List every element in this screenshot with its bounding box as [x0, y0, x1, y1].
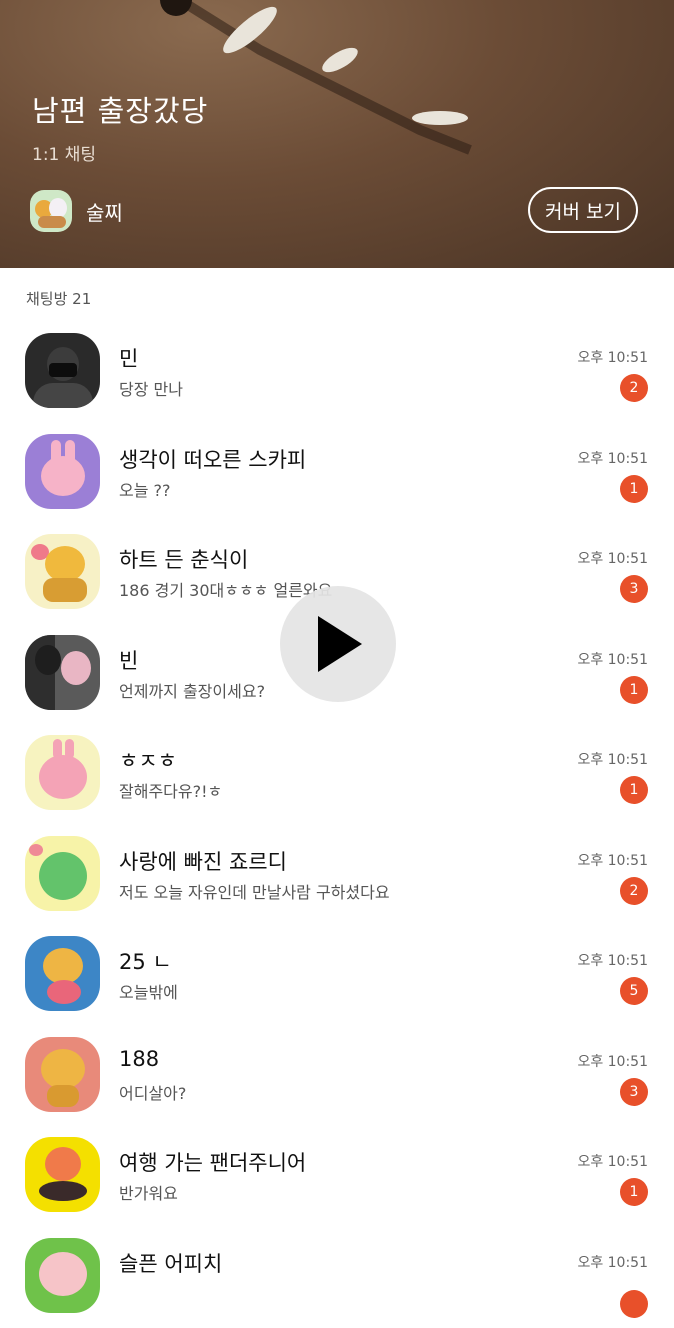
unread-badge: 5 [620, 977, 648, 1005]
timestamp: 오후 10:51 [577, 649, 648, 669]
photo-avatar-icon[interactable] [25, 635, 100, 710]
chat-name: 25 ㄴ [119, 946, 172, 976]
last-message: 어디살아? [119, 1080, 186, 1104]
unread-badge: 2 [620, 374, 648, 402]
chat-row[interactable]: 슬픈 어피치 오후 10:51 [0, 1228, 674, 1328]
timestamp: 오후 10:51 [577, 548, 648, 568]
apeach-icon[interactable] [25, 1238, 100, 1313]
unread-badge [620, 1290, 648, 1318]
owner[interactable]: 술찌 [30, 190, 123, 232]
photo-avatar-icon[interactable] [25, 333, 100, 408]
chat-row[interactable]: 25 ㄴ 오늘밖에 오후 10:51 5 [0, 926, 674, 1027]
timestamp: 오후 10:51 [577, 448, 648, 468]
play-button[interactable] [280, 586, 396, 702]
section-title: 채팅방 21 [26, 288, 91, 309]
chat-row[interactable]: ㅎㅈㅎ 잘해주다유?!ㅎ 오후 10:51 1 [0, 725, 674, 826]
chat-name: 하트 든 춘식이 [119, 544, 248, 574]
play-icon [310, 614, 366, 674]
last-message: 오늘밖에 [119, 979, 178, 1003]
green-dino-icon[interactable] [25, 836, 100, 911]
last-message: 186 경기 30대ㅎㅎㅎ 얼른와요 [119, 577, 332, 601]
chat-name: 빈 [119, 645, 138, 675]
unread-badge: 3 [620, 575, 648, 603]
unread-badge: 2 [620, 877, 648, 905]
view-cover-button[interactable]: 커버 보기 [528, 187, 638, 233]
ryan-heart-icon[interactable] [25, 936, 100, 1011]
yellow-cat-heart-icon[interactable] [25, 534, 100, 609]
chat-row[interactable]: 사랑에 빠진 죠르디 저도 오늘 자유인데 만날사람 구하셨다요 오후 10:5… [0, 826, 674, 927]
chat-name: 슬픈 어피치 [119, 1248, 222, 1278]
last-message: 당장 만나 [119, 376, 183, 400]
last-message: 언제까지 출장이세요? [119, 678, 265, 702]
pink-rabbit-icon[interactable] [25, 735, 100, 810]
timestamp: 오후 10:51 [577, 850, 648, 870]
chat-name: ㅎㅈㅎ [119, 745, 177, 775]
unread-badge: 1 [620, 1178, 648, 1206]
timestamp: 오후 10:51 [577, 1051, 648, 1071]
timestamp: 오후 10:51 [577, 347, 648, 367]
last-message: 오늘 ?? [119, 477, 171, 501]
cover-header: 남편 출장갔당 1:1 채팅 술찌 커버 보기 [0, 0, 674, 268]
owner-avatar-icon[interactable] [30, 190, 72, 232]
chat-name: 생각이 떠오른 스카피 [119, 444, 306, 474]
chat-name: 사랑에 빠진 죠르디 [119, 846, 287, 876]
timestamp: 오후 10:51 [577, 1252, 648, 1272]
ryan-crying-icon[interactable] [25, 1037, 100, 1112]
chat-name: 여행 가는 팬더주니어 [119, 1147, 306, 1177]
chat-list: 민 당장 만나 오후 10:51 2 생각이 떠오른 스카피 오늘 ?? 오후 … [0, 323, 674, 1328]
panda-junior-icon[interactable] [25, 1137, 100, 1212]
chat-row[interactable]: 여행 가는 팬더주니어 반가워요 오후 10:51 1 [0, 1127, 674, 1228]
unread-badge: 3 [620, 1078, 648, 1106]
unread-badge: 1 [620, 475, 648, 503]
unread-badge: 1 [620, 676, 648, 704]
timestamp: 오후 10:51 [577, 1151, 648, 1171]
chat-name: 민 [119, 343, 138, 373]
last-message: 잘해주다유?!ㅎ [119, 778, 222, 802]
unread-badge: 1 [620, 776, 648, 804]
chat-row[interactable]: 민 당장 만나 오후 10:51 2 [0, 323, 674, 424]
pink-rabbit-icon[interactable] [25, 434, 100, 509]
chat-type: 1:1 채팅 [32, 140, 96, 165]
owner-name: 술찌 [86, 197, 123, 226]
timestamp: 오후 10:51 [577, 749, 648, 769]
chat-title: 남편 출장갔당 [32, 88, 208, 130]
chat-name: 188 [119, 1047, 159, 1071]
timestamp: 오후 10:51 [577, 950, 648, 970]
last-message: 반가워요 [119, 1180, 178, 1204]
chat-row[interactable]: 188 어디살아? 오후 10:51 3 [0, 1027, 674, 1128]
last-message: 저도 오늘 자유인데 만날사람 구하셨다요 [119, 879, 390, 903]
chat-row[interactable]: 생각이 떠오른 스카피 오늘 ?? 오후 10:51 1 [0, 424, 674, 525]
